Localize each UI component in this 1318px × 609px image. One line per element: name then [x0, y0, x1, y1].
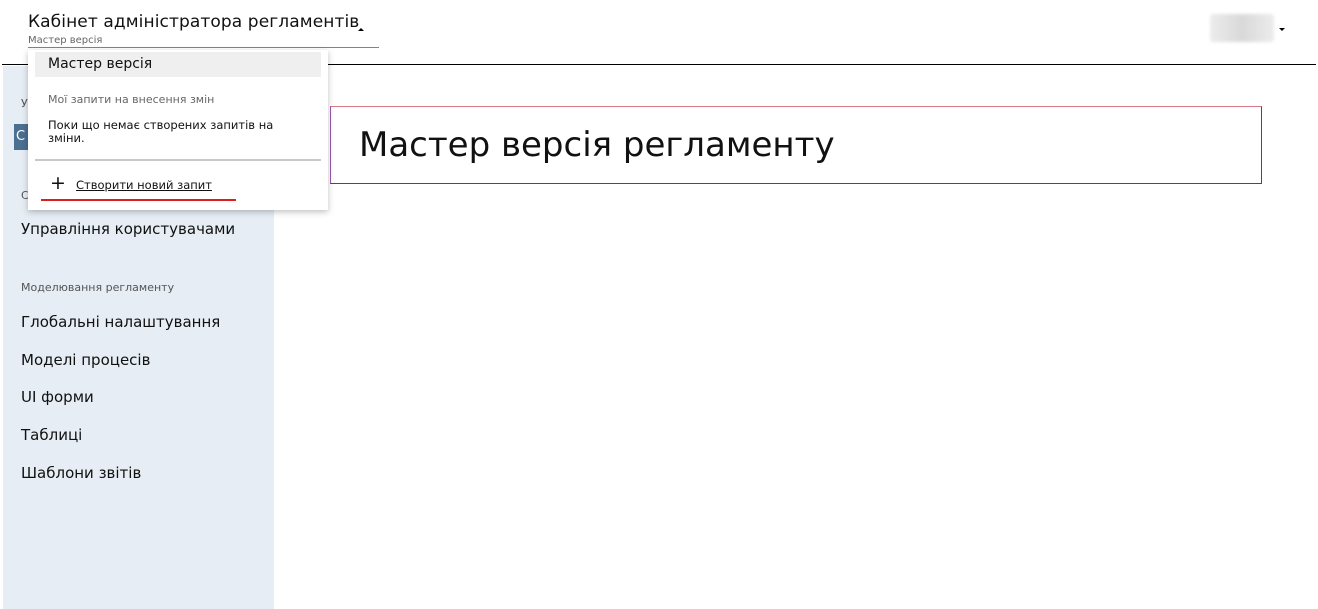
- sidebar-section-modeling: Моделювання регламенту: [21, 281, 175, 294]
- dropdown-section-my-requests: Мої запити на внесення змін: [48, 93, 215, 106]
- app-subtitle: Мастер версія: [28, 35, 103, 46]
- sidebar-item-tables[interactable]: Таблиці: [21, 426, 82, 444]
- caret-down-icon: [1279, 28, 1285, 31]
- create-request-button[interactable]: + Створити новий запит: [50, 172, 250, 195]
- caret-up-icon: [358, 28, 364, 31]
- sidebar-item-users[interactable]: Управління користувачами: [21, 220, 235, 238]
- sidebar-active-peek-text: С: [16, 129, 26, 144]
- sidebar-item-ui-forms[interactable]: UI форми: [21, 388, 94, 406]
- sidebar-item-report-templates[interactable]: Шаблони звітів: [21, 464, 141, 482]
- page-title: Мастер версія регламенту: [359, 125, 835, 165]
- dropdown-item-master-version[interactable]: Мастер версія: [35, 52, 321, 77]
- sidebar-peek-text: У: [21, 97, 28, 110]
- page-title-box: Мастер версія регламенту: [330, 106, 1262, 184]
- plus-icon: +: [50, 172, 66, 194]
- sidebar-item-global-settings[interactable]: Глобальні налаштування: [21, 313, 220, 331]
- switcher-underline: [28, 47, 379, 48]
- create-request-label: Створити новий запит: [76, 178, 212, 192]
- dropdown-empty-message: Поки що немає створених запитів на зміни…: [48, 118, 274, 145]
- user-menu[interactable]: [1210, 14, 1290, 42]
- dropdown-item-label: Мастер версія: [48, 56, 153, 72]
- version-dropdown-menu: Мастер версія Мої запити на внесення змі…: [28, 50, 328, 210]
- highlight-underline: [41, 199, 236, 201]
- sidebar-item-process-models[interactable]: Моделі процесів: [21, 351, 150, 369]
- dropdown-divider: [35, 159, 321, 161]
- app-version-switcher[interactable]: Кабінет адміністратора регламентів Масте…: [28, 12, 379, 49]
- avatar: [1210, 14, 1274, 42]
- app-title: Кабінет адміністратора регламентів: [28, 12, 360, 32]
